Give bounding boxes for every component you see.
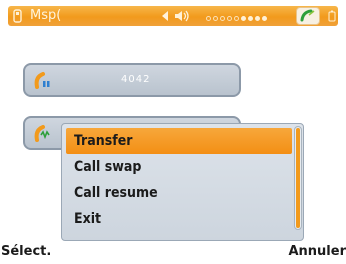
menu-scroll-thumb[interactable]: [296, 128, 300, 228]
signal-dot: [248, 15, 253, 21]
held-call-icon: [34, 72, 50, 89]
signal-dot: [213, 15, 218, 21]
signal-dot: [262, 15, 267, 21]
menu-scrollbar[interactable]: [294, 126, 302, 230]
left-arrow-icon: [162, 11, 168, 21]
menu-item-transfer[interactable]: Transfer: [66, 128, 292, 154]
status-title: Msp(: [30, 8, 62, 23]
active-call-icon: [300, 9, 315, 22]
softkey-cancel[interactable]: Annuler: [288, 244, 346, 259]
signal-dot: [206, 15, 211, 21]
battery-icon: [328, 10, 336, 22]
menu-item-call-swap[interactable]: Call swap: [66, 154, 292, 180]
signal-dot: [255, 15, 260, 21]
menu-item-exit[interactable]: Exit: [66, 206, 292, 232]
signal-dot: [227, 15, 232, 21]
call-number: 4042: [121, 74, 151, 85]
active-call-icon: [34, 125, 50, 142]
speaker-icon: [175, 10, 189, 22]
call-card-held[interactable]: 4042: [23, 63, 241, 97]
active-call-badge: [296, 7, 320, 25]
options-popup-menu: Transfer Call swap Call resume Exit: [61, 123, 304, 241]
signal-dot: [234, 15, 239, 21]
menu-item-call-resume[interactable]: Call resume: [66, 180, 292, 206]
softkey-select[interactable]: Sélect.: [1, 244, 51, 259]
status-bar: Msp(: [8, 6, 338, 26]
signal-dot: [220, 15, 225, 21]
signal-indicator: [206, 14, 302, 22]
phone-handset-icon: [13, 9, 22, 23]
signal-dot: [241, 15, 246, 21]
